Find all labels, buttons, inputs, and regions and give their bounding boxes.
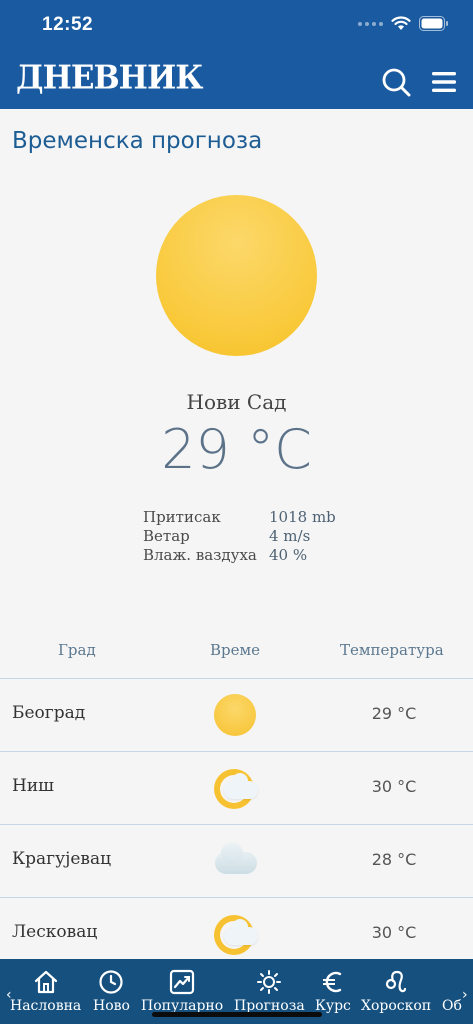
logo[interactable]: ДНЕВНИК (16, 59, 203, 97)
menu-icon (432, 72, 456, 92)
tab-home[interactable]: Насловна (10, 969, 81, 1014)
sun-cloud-icon (214, 913, 258, 957)
trending-icon (169, 969, 195, 995)
column-header-city: Град (58, 641, 96, 659)
clock-icon (99, 970, 124, 994)
menu-button[interactable] (428, 66, 460, 98)
tab-new[interactable]: Ново (93, 969, 130, 1014)
signal-icon (358, 21, 383, 26)
tab-horoscope[interactable]: Хороскоп (361, 969, 431, 1014)
row-city: Ниш (12, 776, 54, 796)
tab-more[interactable]: Об (442, 969, 462, 1014)
current-temperature: 29 °C (161, 418, 312, 481)
table-row: Ниш 30 °C (0, 751, 473, 824)
status-bar: 12:52 (0, 0, 473, 52)
row-temperature: 30 °C (371, 923, 417, 942)
sun-icon (156, 195, 317, 356)
page-title: Временска прогноза (12, 128, 263, 154)
stat-value: 1018 mb (269, 508, 336, 526)
column-header-weather: Време (210, 641, 261, 659)
status-time: 12:52 (42, 14, 94, 35)
battery-icon (419, 16, 448, 31)
tab-label: Хороскоп (361, 998, 432, 1014)
weather-stats: Притисак 1018 mb Ветар 4 m/s Влаж. вазду… (143, 508, 336, 565)
search-icon (382, 68, 411, 97)
search-button[interactable] (380, 66, 412, 98)
scroll-right-icon[interactable]: › (462, 987, 468, 1003)
stat-label: Влаж. ваздуха (143, 546, 257, 564)
row-temperature: 30 °C (371, 777, 417, 796)
stat-label: Притисак (143, 508, 221, 526)
stat-value: 4 m/s (269, 527, 311, 545)
tab-label: Ново (93, 998, 130, 1014)
home-icon (34, 970, 57, 994)
tab-label: Насловна (10, 998, 82, 1014)
current-city: Нови Сад (186, 390, 287, 414)
euro-icon (322, 971, 342, 993)
sun-cloud-icon (214, 767, 258, 811)
stat-label: Ветар (143, 527, 190, 545)
table-header: Град Време Температура (0, 641, 473, 677)
sun-outline-icon (257, 970, 282, 994)
stat-row: Притисак 1018 mb (143, 508, 336, 527)
cloud-icon (214, 840, 258, 884)
wifi-icon (391, 16, 411, 30)
tab-popular[interactable]: Популарно (141, 969, 223, 1014)
stat-value: 40 % (269, 546, 308, 564)
home-indicator (152, 1012, 322, 1017)
leo-icon (385, 970, 407, 993)
row-temperature: 28 °C (371, 850, 417, 869)
status-icons (358, 16, 449, 31)
app-header: ДНЕВНИК (0, 52, 473, 109)
tab-forecast[interactable]: Прогноза (234, 969, 305, 1014)
column-header-temperature: Температура (340, 641, 444, 659)
table-row: Крагујевац 28 °C (0, 824, 473, 897)
row-city: Крагујевац (12, 849, 112, 869)
stat-row: Влаж. ваздуха 40 % (143, 546, 336, 565)
row-temperature: 29 °C (371, 704, 417, 723)
table-row: Београд 29 °C (0, 678, 473, 751)
tab-label: Об (442, 998, 462, 1014)
sun-icon (214, 694, 258, 738)
row-city: Београд (12, 703, 86, 723)
tab-exchange[interactable]: Курс (315, 969, 351, 1014)
row-city: Лесковац (12, 922, 98, 942)
stat-row: Ветар 4 m/s (143, 527, 336, 546)
